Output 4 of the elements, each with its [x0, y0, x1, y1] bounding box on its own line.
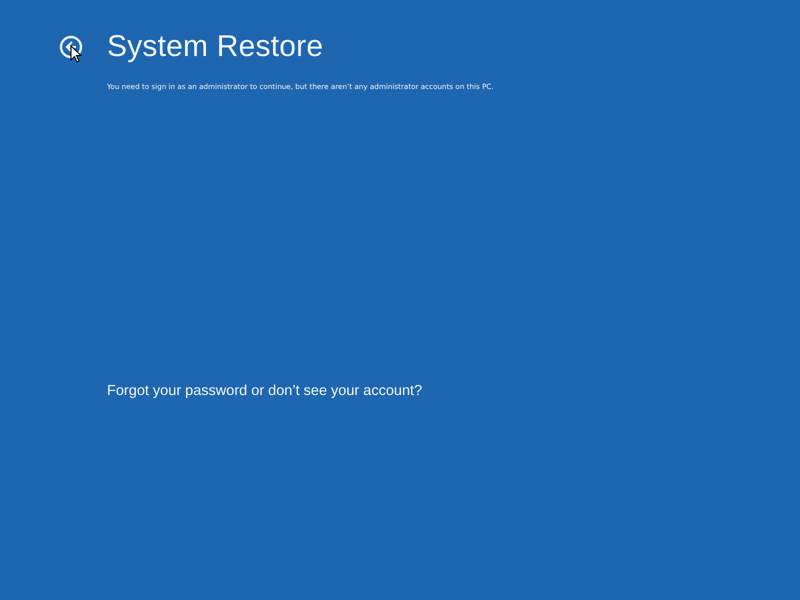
- forgot-password-link[interactable]: Forgot your password or don’t see your account?: [107, 383, 422, 399]
- mouse-cursor-icon: [70, 45, 82, 63]
- page-title: System Restore: [107, 30, 324, 64]
- back-button[interactable]: [58, 34, 84, 60]
